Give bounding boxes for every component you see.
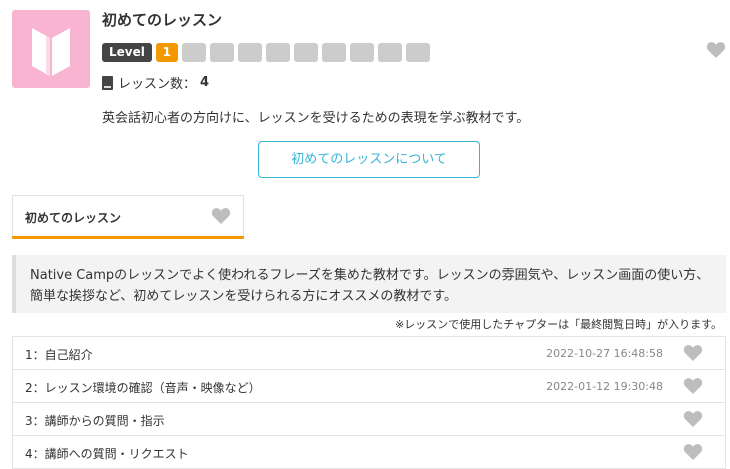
chapter-row[interactable]: 1：自己紹介 2022-10-27 16:48:58 bbox=[12, 337, 726, 370]
favorite-heart-icon[interactable] bbox=[706, 41, 726, 59]
heart-icon[interactable] bbox=[211, 207, 231, 225]
course-thumbnail bbox=[12, 10, 90, 88]
course-description: 英会話初心者の方向けに、レッスンを受けるための表現を学ぶ教材です。 bbox=[102, 111, 530, 126]
chapter-title[interactable]: 2：レッスン環境の確認（音声・映像など） bbox=[25, 379, 261, 396]
material-intro: Native Campのレッスンでよく使われるフレーズを集めた教材です。レッスン… bbox=[12, 255, 726, 313]
heart-icon[interactable] bbox=[683, 377, 703, 395]
level-box bbox=[293, 42, 318, 62]
level-box bbox=[181, 42, 206, 62]
last-viewed-note: ※レッスンで使用したチャプターは「最終閲覧日時」が入ります。 bbox=[394, 318, 722, 331]
heart-icon[interactable] bbox=[683, 443, 703, 461]
chapter-title[interactable]: 3：講師からの質問・指示 bbox=[25, 412, 165, 429]
level-box bbox=[265, 42, 290, 62]
heart-icon[interactable] bbox=[683, 344, 703, 362]
level-indicator: Level 1 bbox=[102, 42, 430, 62]
tab-label: 初めてのレッスン bbox=[25, 211, 122, 225]
heart-icon[interactable] bbox=[683, 410, 703, 428]
chapter-title[interactable]: 1：自己紹介 bbox=[25, 346, 93, 363]
chapter-list: 1：自己紹介 2022-10-27 16:48:58 2：レッスン環境の確認（音… bbox=[12, 336, 726, 469]
chapter-row[interactable]: 4：講師への質問・リクエスト bbox=[12, 436, 726, 469]
chapter-row[interactable]: 3：講師からの質問・指示 bbox=[12, 403, 726, 436]
level-box bbox=[209, 42, 234, 62]
lesson-count-value: 4 bbox=[200, 75, 210, 90]
level-box bbox=[321, 42, 346, 62]
chapter-row[interactable]: 2：レッスン環境の確認（音声・映像など） 2022-01-12 19:30:48 bbox=[12, 370, 726, 403]
lesson-count: レッスン数： 4 bbox=[102, 73, 209, 92]
open-book-icon bbox=[32, 28, 70, 76]
level-box bbox=[377, 42, 402, 62]
tab-first-lesson[interactable]: 初めてのレッスン bbox=[12, 195, 244, 238]
level-box bbox=[405, 42, 430, 62]
level-label: Level bbox=[102, 42, 152, 62]
level-value: 1 bbox=[155, 42, 178, 62]
chapter-title[interactable]: 4：講師への質問・リクエスト bbox=[25, 445, 189, 462]
book-icon bbox=[102, 75, 113, 90]
tab-active-underline bbox=[12, 236, 244, 239]
level-box bbox=[237, 42, 262, 62]
last-viewed-date: 2022-10-27 16:48:58 bbox=[546, 347, 663, 360]
last-viewed-date: 2022-01-12 19:30:48 bbox=[546, 380, 663, 393]
lesson-count-label: レッスン数： bbox=[118, 77, 197, 92]
about-course-button[interactable]: 初めてのレッスンについて bbox=[258, 141, 480, 178]
course-title: 初めてのレッスン bbox=[102, 11, 223, 29]
level-box bbox=[349, 42, 374, 62]
